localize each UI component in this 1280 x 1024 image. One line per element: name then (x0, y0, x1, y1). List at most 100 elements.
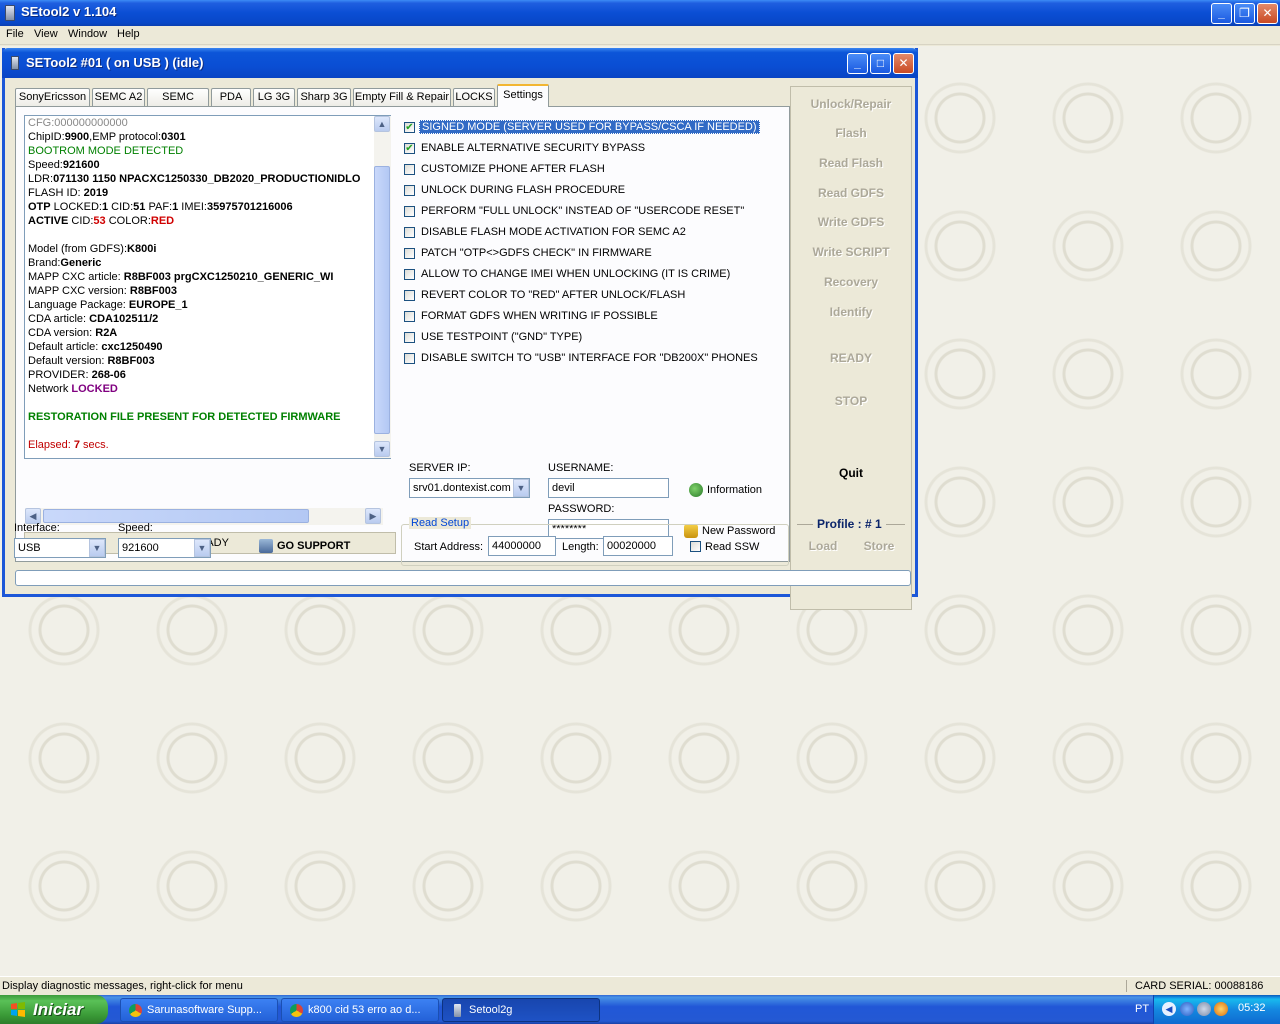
username-field[interactable]: devil (548, 478, 669, 498)
close-button[interactable]: ✕ (1257, 3, 1278, 24)
read-gdfs-button[interactable]: Read GDFS (791, 186, 911, 200)
scroll-thumb-horizontal[interactable] (43, 509, 309, 523)
checkbox-checked[interactable]: ✔ (404, 143, 415, 154)
network-icon[interactable] (1180, 1002, 1194, 1016)
minimize-button[interactable]: _ (1211, 3, 1232, 24)
checkbox-unchecked[interactable] (404, 290, 415, 301)
go-support-button[interactable]: GO SUPPORT (259, 539, 350, 553)
checkbox-unchecked[interactable] (404, 311, 415, 322)
log-line: RESTORATION FILE PRESENT FOR DETECTED FI… (25, 410, 390, 424)
security-icon[interactable] (1214, 1002, 1228, 1016)
checkbox-checked[interactable]: ✔ (404, 122, 415, 133)
server-ip-select[interactable]: srv01.dontexist.com ▼ (409, 478, 530, 498)
device-icon[interactable] (1197, 1002, 1211, 1016)
interface-select[interactable]: USB ▼ (14, 538, 106, 558)
log-line: CDA article: CDA102511/2 (25, 312, 390, 326)
store-button[interactable]: Store (861, 539, 897, 553)
windows-logo-icon (11, 1002, 25, 1017)
menu-help[interactable]: Help (117, 28, 140, 40)
setool-child-window: SETool2 #01 ( on USB ) (idle) _ □ ✕ Sony… (2, 48, 918, 610)
log-segment: RED (150, 215, 175, 227)
length-field[interactable]: 00020000 (603, 536, 673, 556)
start-button[interactable]: Iniciar (0, 995, 108, 1024)
log-segment: Default version: (28, 355, 108, 367)
log-line: BOOTROM MODE DETECTED (25, 144, 390, 158)
log-output[interactable]: CFG:000000000000 ChipID:9900,EMP protocol… (24, 115, 391, 459)
scroll-right-icon[interactable]: ▶ (365, 508, 381, 524)
log-segment: PAF: (145, 201, 173, 213)
child-maximize-button[interactable]: □ (870, 53, 891, 74)
menu-window[interactable]: Window (68, 28, 107, 40)
server-ip-label: SERVER IP: (409, 462, 471, 474)
tab-sonyericsson[interactable]: SonyEricsson (15, 88, 90, 107)
tab-semc-a2[interactable]: SEMC A2 (92, 88, 145, 107)
speed-select[interactable]: 921600 ▼ (118, 538, 211, 558)
menu-view[interactable]: View (34, 28, 58, 40)
log-segment: secs. (80, 439, 109, 451)
stop-button[interactable]: STOP (791, 394, 911, 408)
chevron-down-icon[interactable]: ▼ (89, 539, 105, 557)
log-segment: OTP (28, 201, 51, 213)
log-segment: IMEI: (178, 201, 207, 213)
checkbox-unchecked[interactable] (404, 248, 415, 259)
load-button[interactable]: Load (808, 539, 838, 553)
chevron-down-icon[interactable]: ▼ (513, 479, 529, 497)
start-address-field[interactable]: 44000000 (488, 536, 556, 556)
identify-button[interactable]: Identify (791, 305, 911, 319)
settings-option-label: UNLOCK DURING FLASH PROCEDURE (421, 184, 626, 196)
log-segment: LOCKED (71, 383, 118, 395)
tab-lg-3g[interactable]: LG 3G (253, 88, 295, 107)
language-indicator[interactable]: PT (1135, 1003, 1149, 1015)
tab-pda[interactable]: PDA (211, 88, 251, 107)
scroll-down-icon[interactable]: ▼ (374, 441, 390, 457)
ready-button[interactable]: READY (791, 351, 911, 365)
tab-empty-fill-repair[interactable]: Empty Fill & Repair (353, 88, 451, 107)
log-vertical-scrollbar[interactable]: ▲ ▼ (374, 116, 391, 458)
log-lines: CFG:000000000000 ChipID:9900,EMP protocol… (25, 116, 390, 452)
tab-sharp-3g[interactable]: Sharp 3G (297, 88, 351, 107)
checkbox-unchecked[interactable] (404, 185, 415, 196)
tab-settings[interactable]: Settings (497, 84, 549, 107)
checkbox-unchecked[interactable] (404, 206, 415, 217)
log-segment: PROVIDER: (28, 369, 92, 381)
scroll-thumb-vertical[interactable] (374, 166, 390, 434)
log-segment: 2019 (83, 187, 109, 199)
log-segment: MAPP CXC version: (28, 285, 130, 297)
log-horizontal-scrollbar[interactable]: ◀ ▶ (25, 508, 383, 525)
log-segment: ,EMP protocol: (89, 131, 162, 143)
log-segment: R8BF003 (107, 355, 155, 367)
flash-button[interactable]: Flash (791, 126, 911, 140)
unlock-repair-button[interactable]: Unlock/Repair (791, 97, 911, 111)
write-script-button[interactable]: Write SCRIPT (791, 245, 911, 259)
tab-locks[interactable]: LOCKS (453, 88, 495, 107)
checkbox-unchecked[interactable] (404, 269, 415, 280)
settings-option-label: SIGNED MODE (SERVER USED FOR BYPASS/CSCA… (419, 120, 760, 134)
quit-button[interactable]: Quit (791, 466, 911, 480)
tab-semc-odm[interactable]: SEMC ODM (147, 88, 209, 120)
child-title: SETool2 #01 ( on USB ) (idle) (26, 55, 204, 70)
restore-button[interactable]: ❐ (1234, 3, 1255, 24)
clock[interactable]: 05:32 (1238, 1002, 1266, 1014)
checkbox-unchecked[interactable] (404, 164, 415, 175)
write-gdfs-button[interactable]: Write GDFS (791, 215, 911, 229)
tray-expand-icon[interactable]: ◀ (1162, 1002, 1176, 1016)
checkbox-unchecked[interactable] (404, 227, 415, 238)
recovery-button[interactable]: Recovery (791, 275, 911, 289)
chevron-down-icon[interactable]: ▼ (194, 539, 210, 557)
child-close-button[interactable]: ✕ (893, 53, 914, 74)
read-flash-button[interactable]: Read Flash (791, 156, 911, 170)
checkbox-unchecked[interactable] (404, 332, 415, 343)
speed-value: 921600 (122, 542, 159, 554)
scroll-up-icon[interactable]: ▲ (374, 116, 390, 132)
child-minimize-button[interactable]: _ (847, 53, 868, 74)
taskbar-item-sarunasoftware[interactable]: Sarunasoftware Supp... (120, 998, 278, 1022)
menu-file[interactable]: File (6, 28, 24, 40)
taskbar-item-setool2g[interactable]: Setool2g (442, 998, 600, 1022)
log-segment: Generic (60, 257, 102, 269)
log-segment: 921600 (62, 159, 100, 171)
information-button[interactable]: Information (689, 483, 762, 497)
read-ssw-checkbox[interactable] (690, 541, 701, 552)
taskbar-item-k800[interactable]: k800 cid 53 erro ao d... (281, 998, 439, 1022)
log-line: Default version: R8BF003 (25, 354, 390, 368)
checkbox-unchecked[interactable] (404, 353, 415, 364)
